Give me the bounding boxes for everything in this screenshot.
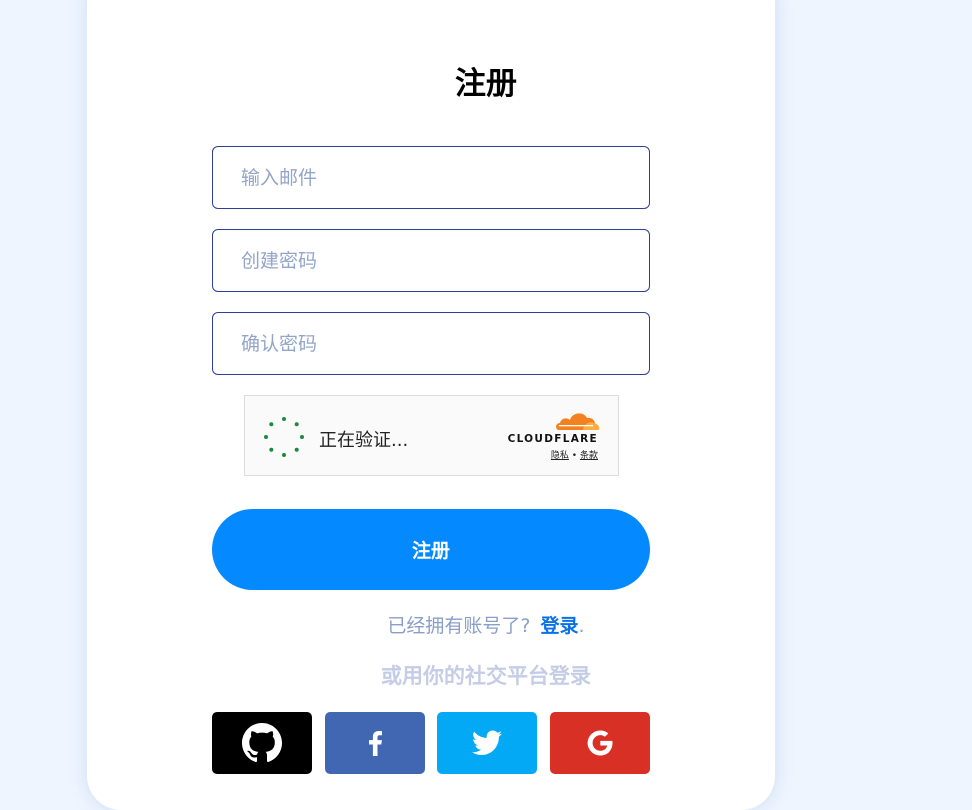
have-account-text: 已经拥有账号了? <box>387 615 531 637</box>
cloudflare-logo-icon <box>556 413 600 430</box>
loading-spinner-icon <box>264 417 304 457</box>
login-link[interactable]: 登录 <box>541 615 579 637</box>
captcha-status-text: 正在验证... <box>319 430 409 451</box>
cloudflare-captcha-widget[interactable]: 正在验证... CLOUDFLARE 隐私 • 条款 <box>244 395 619 476</box>
facebook-login-button[interactable] <box>325 712 425 774</box>
create-password-field[interactable] <box>212 229 650 292</box>
github-icon <box>242 723 282 763</box>
link-separator: • <box>571 451 578 461</box>
register-button[interactable]: 注册 <box>212 509 650 590</box>
twitter-login-button[interactable] <box>437 712 537 774</box>
cloudflare-wordmark: CLOUDFLARE <box>507 433 598 445</box>
confirm-password-field[interactable] <box>212 312 650 375</box>
google-icon <box>587 730 613 756</box>
google-login-button[interactable] <box>550 712 650 774</box>
page-title: 注册 <box>455 66 517 102</box>
privacy-link[interactable]: 隐私 <box>551 451 569 461</box>
trailing-period: . <box>578 615 585 637</box>
terms-link[interactable]: 条款 <box>580 451 598 461</box>
twitter-icon <box>472 730 502 755</box>
github-login-button[interactable] <box>212 712 312 774</box>
have-account-row: 已经拥有账号了? 登录. <box>0 611 972 638</box>
email-field[interactable] <box>212 146 650 209</box>
captcha-links: 隐私 • 条款 <box>551 448 598 461</box>
facebook-icon <box>369 731 382 756</box>
social-login-heading: 或用你的社交平台登录 <box>381 664 591 688</box>
